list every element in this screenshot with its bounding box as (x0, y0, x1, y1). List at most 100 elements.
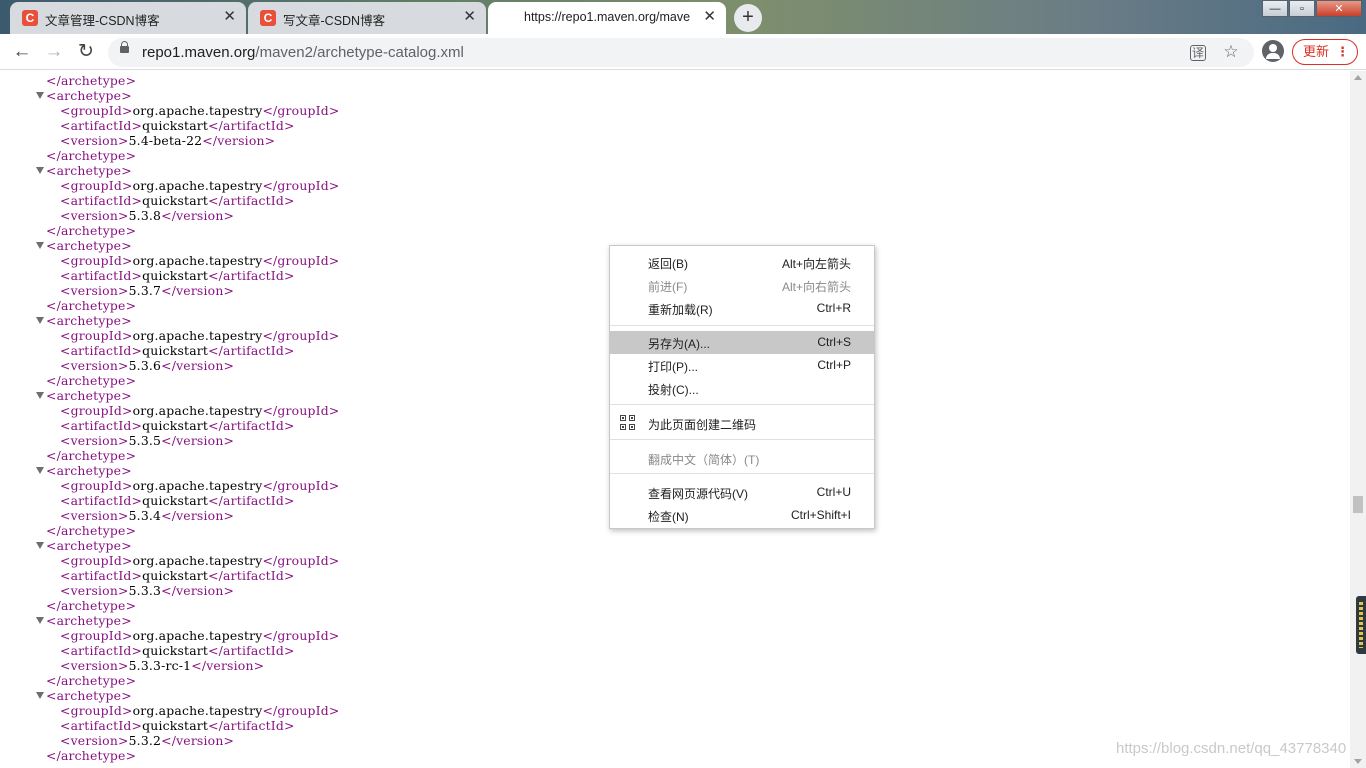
forward-button[interactable]: → (42, 40, 66, 64)
scroll-up-arrow-icon[interactable] (1354, 75, 1362, 80)
xml-line-archetype-close: </archetype> (46, 673, 136, 688)
xml-tag: <archetype> (46, 88, 132, 103)
xml-line-version: <version>5.4-beta-22</version> (60, 133, 275, 148)
menu-item-cast[interactable]: 投射(C)... (610, 377, 874, 400)
xml-tag: <groupId> (60, 403, 133, 418)
collapse-triangle-icon[interactable] (36, 392, 44, 399)
scroll-down-arrow-icon[interactable] (1354, 759, 1362, 764)
minimize-button[interactable]: — (1262, 0, 1288, 17)
xml-tag: <version> (60, 208, 129, 223)
bookmark-star-icon[interactable]: ☆ (1222, 43, 1240, 61)
xml-line-version: <version>5.3.8</version> (60, 208, 234, 223)
tab-write-article[interactable]: C 写文章-CSDN博客 ✕ (248, 2, 486, 34)
xml-line-archetype-close: </archetype> (46, 598, 136, 613)
groupid-value: org.apache.tapestry (132, 553, 263, 568)
menu-item-forward[interactable]: 前进(F) Alt+向右箭头 (610, 274, 874, 297)
xml-tag: <archetype> (46, 238, 132, 253)
xml-tag: </artifactId> (208, 568, 295, 583)
xml-tag: </artifactId> (208, 493, 295, 508)
xml-tag: <groupId> (60, 178, 133, 193)
menu-item-label: 另存为(A)... (648, 337, 710, 351)
xml-tag: <groupId> (60, 553, 133, 568)
xml-tag: </version> (161, 583, 235, 598)
xml-tag: <groupId> (60, 103, 133, 118)
xml-tag: </groupId> (262, 328, 340, 343)
version-value: 5.3.4 (128, 508, 162, 523)
menu-item-save-as[interactable]: 另存为(A)... Ctrl+S (610, 331, 874, 354)
address-bar[interactable]: repo1.maven.org/maven2/archetype-catalog… (108, 38, 1254, 67)
collapse-triangle-icon[interactable] (36, 92, 44, 99)
menu-item-back[interactable]: 返回(B) Alt+向左箭头 (610, 251, 874, 274)
close-tab-icon[interactable]: ✕ (463, 9, 476, 25)
groupid-value: org.apache.tapestry (132, 478, 263, 493)
xml-tag: </groupId> (262, 553, 340, 568)
maximize-button[interactable]: ▫ (1289, 0, 1315, 17)
xml-tag: </artifactId> (208, 193, 295, 208)
collapse-triangle-icon[interactable] (36, 242, 44, 249)
profile-avatar-icon[interactable] (1262, 40, 1284, 62)
xml-tag: </archetype> (46, 148, 137, 163)
side-widget-handle[interactable] (1356, 596, 1366, 654)
xml-line-groupid: <groupId>org.apache.tapestry</groupId> (60, 178, 339, 193)
xml-tag: <artifactId> (60, 118, 143, 133)
tab-title: 写文章-CSDN博客 (283, 14, 386, 28)
xml-tag: <version> (60, 583, 129, 598)
scrollbar-thumb[interactable] (1353, 496, 1363, 513)
artifactid-value: quickstart (142, 268, 209, 283)
xml-tag: </archetype> (46, 523, 137, 538)
xml-tag: </archetype> (46, 448, 137, 463)
close-tab-icon[interactable]: ✕ (223, 9, 236, 25)
reload-button[interactable]: ↻ (74, 40, 98, 64)
collapse-triangle-icon[interactable] (36, 542, 44, 549)
xml-tag: </groupId> (262, 478, 340, 493)
version-value: 5.3.3-rc-1 (128, 658, 192, 673)
vertical-scrollbar[interactable] (1350, 71, 1366, 768)
xml-line-archetype-open: <archetype> (46, 463, 132, 478)
xml-line-archetype-close: </archetype> (46, 148, 136, 163)
menu-item-view-source[interactable]: 查看网页源代码(V) Ctrl+U (610, 481, 874, 504)
menu-item-translate[interactable]: 翻成中文（简体）(T) (610, 447, 874, 470)
tab-maven-catalog[interactable]: https://repo1.maven.org/mave ✕ (488, 2, 726, 34)
back-button[interactable]: ← (10, 40, 34, 64)
menu-item-reload[interactable]: 重新加载(R) Ctrl+R (610, 297, 874, 320)
xml-line-artifactid: <artifactId>quickstart</artifactId> (60, 118, 295, 133)
collapse-triangle-icon[interactable] (36, 317, 44, 324)
artifactid-value: quickstart (142, 193, 209, 208)
version-value: 5.3.2 (128, 733, 162, 748)
csdn-favicon-icon: C (260, 10, 276, 26)
xml-line-groupid: <groupId>org.apache.tapestry</groupId> (60, 478, 339, 493)
close-window-button[interactable]: ✕ (1316, 0, 1362, 17)
xml-tag: <artifactId> (60, 718, 143, 733)
xml-tag: </version> (191, 658, 265, 673)
xml-tag: </version> (161, 433, 235, 448)
translate-icon[interactable]: 译 (1190, 45, 1206, 61)
update-button[interactable]: 更新 ⋮ (1292, 39, 1358, 65)
groupid-value: org.apache.tapestry (132, 253, 263, 268)
groupid-value: org.apache.tapestry (132, 103, 263, 118)
xml-tag: <version> (60, 733, 129, 748)
collapse-triangle-icon[interactable] (36, 617, 44, 624)
xml-tag: <version> (60, 358, 129, 373)
menu-separator (610, 439, 874, 440)
new-tab-button[interactable]: + (734, 4, 762, 32)
url-host: repo1.maven.org (142, 44, 256, 61)
tab-article-management[interactable]: C 文章管理-CSDN博客 ✕ (10, 2, 246, 34)
collapse-triangle-icon[interactable] (36, 692, 44, 699)
close-tab-icon[interactable]: ✕ (703, 9, 716, 25)
collapse-triangle-icon[interactable] (36, 467, 44, 474)
xml-line-archetype-open: <archetype> (46, 388, 132, 403)
xml-tag: <artifactId> (60, 643, 143, 658)
xml-tag: <version> (60, 508, 129, 523)
lock-icon[interactable] (120, 41, 129, 53)
menu-item-print[interactable]: 打印(P)... Ctrl+P (610, 354, 874, 377)
csdn-watermark: https://blog.csdn.net/qq_43778340 (1116, 740, 1347, 757)
xml-tag: </archetype> (46, 223, 137, 238)
menu-item-inspect[interactable]: 检查(N) Ctrl+Shift+I (610, 504, 874, 527)
xml-line-archetype-open: <archetype> (46, 688, 132, 703)
url-path: /maven2/archetype-catalog.xml (255, 44, 464, 61)
xml-tag: </version> (161, 733, 235, 748)
collapse-triangle-icon[interactable] (36, 167, 44, 174)
menu-item-create-qr-code[interactable]: 为此页面创建二维码 (610, 412, 874, 435)
xml-tag: <groupId> (60, 253, 133, 268)
url-text[interactable]: repo1.maven.org/maven2/archetype-catalog… (142, 44, 464, 61)
